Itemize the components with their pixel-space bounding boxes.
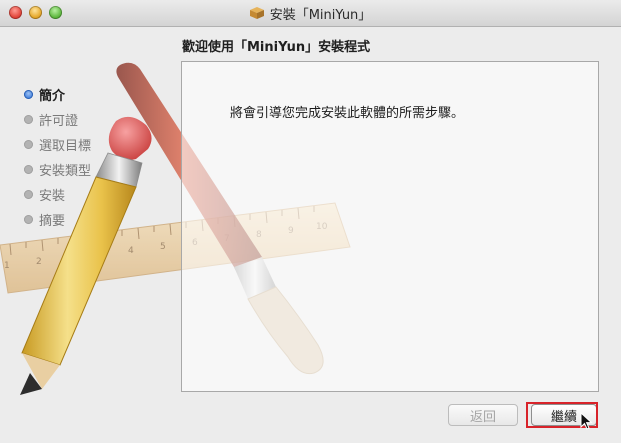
step-bullet-icon [24,215,33,224]
ruler-tick-label: 4 [128,246,134,256]
step-introduction: 簡介 [24,82,91,107]
back-button[interactable]: 返回 [448,404,518,426]
step-destination: 選取目標 [24,132,91,157]
ruler-tick-label: 1 [4,261,10,271]
page-title: 歡迎使用「MiniYun」安裝程式 [182,40,371,55]
step-label: 選取目標 [39,139,92,154]
step-installation: 安裝 [24,182,91,207]
step-license: 許可證 [24,107,91,132]
step-label: 許可證 [39,114,79,129]
package-icon [249,7,264,19]
content-panel: 將會引導您完成安裝此軟體的所需步驟。 [181,61,599,392]
step-bullet-icon [24,90,33,99]
step-bullet-icon [24,165,33,174]
step-label: 摘要 [39,214,66,229]
intro-message: 將會引導您完成安裝此軟體的所需步驟。 [230,106,465,121]
step-bullet-icon [24,190,33,199]
title-bar: 安裝「MiniYun」 [0,0,621,27]
window-title: 安裝「MiniYun」 [269,7,372,23]
mouse-cursor-icon [580,412,593,430]
step-summary: 摘要 [24,207,91,232]
step-installation-type: 安裝類型 [24,157,91,182]
installer-steps: 簡介 許可證 選取目標 安裝類型 安裝 摘要 [24,82,91,232]
ruler-tick-label: 2 [36,257,42,267]
step-bullet-icon [24,140,33,149]
step-label: 安裝 [39,189,66,204]
installer-window: 安裝「MiniYun」 歡迎使用「MiniYun」安裝程式 1 2 4 5 簡介… [0,0,621,443]
ruler-tick-label: 5 [160,242,166,252]
step-bullet-icon [24,115,33,124]
window-title-wrap: 安裝「MiniYun」 [0,0,621,26]
step-label: 簡介 [39,89,66,104]
step-label: 安裝類型 [39,164,92,179]
